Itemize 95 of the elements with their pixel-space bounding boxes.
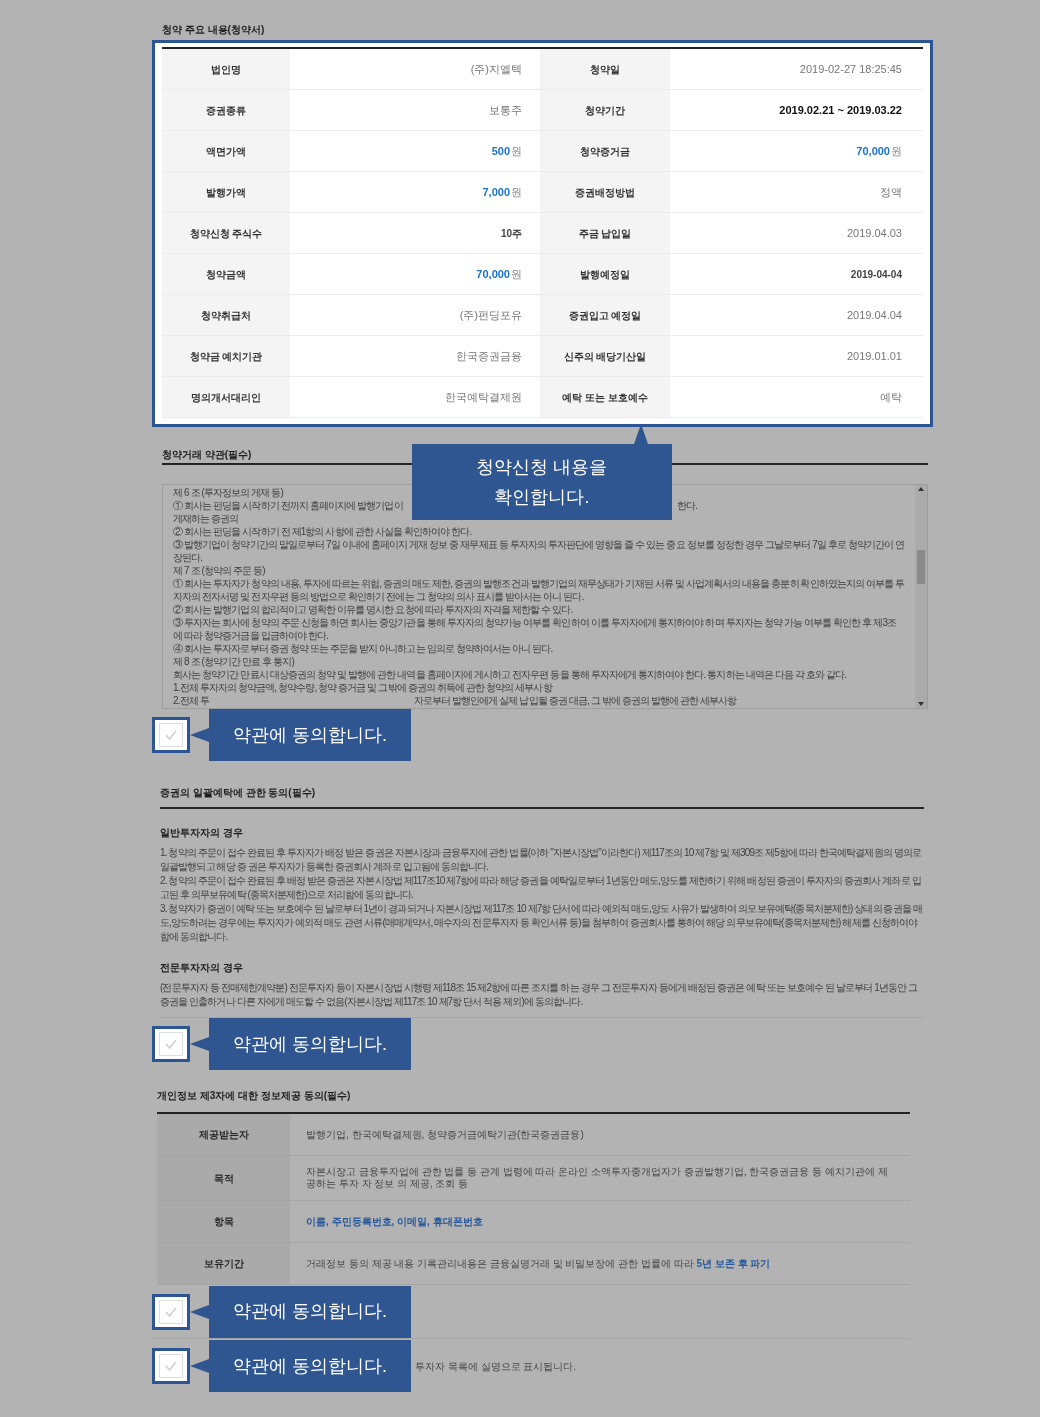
table-cell-text: 2019.02.21 ~ 2019.03.22 <box>778 102 903 118</box>
table-cell-text: 2019-02-27 18:25:45 <box>798 61 903 77</box>
table-cell-text: 보통주 <box>488 102 523 118</box>
callout-pointer <box>190 1037 209 1051</box>
amount-text: 70,000 <box>476 266 510 282</box>
callout-pointer <box>190 728 209 742</box>
check-icon <box>164 1305 178 1318</box>
check-icon <box>164 1360 178 1372</box>
amount-text: 500 <box>491 143 510 159</box>
table-header-cell: 청약일 <box>540 49 670 89</box>
terms-text: 1.전체 투자자의 청약금액, 청약수량, 청약 증거금 및 그밖에 증권의 취득에 관한 청약의 세부사항 <box>173 681 552 694</box>
table-header-cell: 청약기간 <box>540 90 670 130</box>
terms-text: 한다. <box>677 499 698 512</box>
table-header-cell: 항목 <box>157 1201 290 1242</box>
checkbox[interactable] <box>152 717 190 753</box>
table-cell-text: 이름, 주민등록번호, 이메일, 휴대폰번호 <box>305 1214 484 1229</box>
unit-text: 원 <box>511 143 522 159</box>
paragraph: 3. 청약자가 증권이 예탁 또는 보호예수 된 날로부터 1년이 경과되거나 자본시장법 제117조 10 제7항 단서에 따라 예외적 매도,양도 사유가 발생하여 의모보유예탁(종목처분제한) 상태의 증권을 매도,양도하려는 경우에는 투자자가 예외적 매도 관련 서류(매매계약서, 매수자의 전문투자자 등 확인서류 등)을 첨부하여 증권회사를 통하여 해당 의무보유예탁(종목처분제한) 해제를 신청하여야 함에 동의합니다. <box>160 902 923 944</box>
check-icon <box>164 729 178 741</box>
table-header-cell: 청약증거금 <box>540 131 670 171</box>
callout: 청약신청 내용을 확인합니다. <box>412 444 672 520</box>
table-header-cell: 청약신청 주식수 <box>162 213 290 253</box>
terms-text: ④ 회사는 투자자로부터 증권 청약 또는 주문을 받지 아니하고는 임의로 청약하여서는 아니 된다. <box>173 642 553 655</box>
check-icon <box>164 1038 178 1050</box>
table-cell-text: 정액 <box>879 184 903 200</box>
cell-text: 투자자 목록에 실명으로 표시됩니다. <box>415 1359 577 1374</box>
terms-text: 제 6 조 (투자정보의 게재 등) <box>173 486 283 499</box>
subsection-title: 일반투자자의 경우 <box>160 826 244 840</box>
terms-text: ③ 발행기업이 청약기간의 말일로부터 7일 이내에 홈페이지 게재 정보 중 재무제표 등 투자자의 투자판단에 영향을 줄 수 있는 중요 정보를 정정한 경우 그날로부터 7일 후로 청약기간이 연장된다. <box>173 538 905 564</box>
table-cell-text: (주)지엘텍 <box>469 61 523 77</box>
terms-text: ② 회사는 펀딩을 시작하기 전 제1항의 사항에 관한 사실을 확인하여야 한다. <box>173 525 472 538</box>
terms-text: ② 회사는 발행기업의 합리적이고 명확한 이유를 명시한 요청에 따라 투자자의 자격을 제한할 수 있다. <box>173 603 573 616</box>
table-cell-text: (주)펀딩포유 <box>458 307 523 323</box>
table-header-cell: 증권종류 <box>162 90 290 130</box>
section-title: 청약거래 약관(필수) <box>162 449 252 460</box>
terms-text: ① 회사는 펀딩을 시작하기 전까지 홈페이지에 발행기업이 게재하는 증권의 <box>173 499 404 525</box>
section-title: 증권의 일괄예탁에 관한 동의(필수) <box>160 786 316 800</box>
callout: 약관에 동의합니다. <box>209 1018 411 1070</box>
unit-text: 원 <box>891 143 902 159</box>
table-cell-text: 한국예탁결제원 <box>444 389 523 405</box>
terms-text: 2.전체 투 <box>173 694 209 707</box>
table-header-cell: 증권입고 예정일 <box>540 295 670 335</box>
terms-text: ① 회사는 투자자가 청약의 내용, 투자에 따르는 위험, 증권의 매도 제한, 증권의 발행조건과 발행기업의 재무상태가 기재된 서류 및 사업계획서의 내용을 충분히 확인하였는지의 여부를 투자자의 전자서명 및 전자우편 등의 방법으로 확인하기 전에는 그 청약의 의사 표시를 받아서는 아니 된다. <box>173 577 905 603</box>
unit-text: 원 <box>511 184 522 200</box>
paragraph: (전문투자자 등 전매제한계약분) 전문투자자 등이 자본시장법 시행령 제118조 15 제2항에 따른 조치를 하는 경우 그 전문투자자 등에게 배정된 증권은 예탁 또는 보호예수 된 날로부터 1년동안 그 증권을 인출하거나 다른 자에게 매도할 수 없음(자본시장법 제117조 10 제7항 단서 적용 제외)에 동의합니다. <box>160 981 919 1009</box>
table-cell-text: 예탁 <box>879 389 903 405</box>
table-header-cell: 발행예정일 <box>540 254 670 294</box>
section-title: 개인정보 제3자에 대한 정보제공 동의(필수) <box>156 1089 352 1103</box>
section-title: 청약 주요 내용(청약서) <box>161 23 266 37</box>
table-header-cell: 청약금 예치기관 <box>162 336 290 376</box>
table-cell-text: 2019.01.01 <box>845 348 903 364</box>
table-header-cell: 청약금액 <box>162 254 290 294</box>
table-header-cell: 주금 납입일 <box>540 213 670 253</box>
terms-text: 자로부터 발행인에게 실제 납입될 증권 대금, 그 밖에 증권의 발행에 관한 세부사항 <box>413 694 737 707</box>
table-cell-text: 10주 <box>499 226 523 241</box>
table-header-cell: 신주의 배당기산일 <box>540 336 670 376</box>
callout-pointer <box>190 1359 209 1373</box>
scrollbar[interactable] <box>915 485 927 708</box>
cell-text: 거래정보 등의 제공 내용 기록관리내용은 금융실명거래 및 비밀보장에 관한 법률에 따라 5년 보존 후 파기 <box>306 1257 771 1270</box>
callout: 약관에 동의합니다. <box>209 709 411 761</box>
checkbox[interactable] <box>152 1348 190 1384</box>
paragraph: 1. 청약의 주문이 접수 완료된 후 투자자가 배정 받은 증권은 자본시장과 금융투자에 관한 법률(이하 "자본시장법"이라한다) 제117조의 10 제7항 및 제309조 제5항에 따라 한국예탁결제원의 명의로 일괄발행되고 해당 증 권은 투자자가 등록한 증권회사 계좌로 입고됨에 동의합니다. <box>160 846 922 874</box>
checkbox[interactable] <box>152 1026 190 1062</box>
amount-text: 7,000 <box>482 184 510 200</box>
unit-text: 원 <box>511 266 522 282</box>
table-header-cell: 목적 <box>157 1156 290 1200</box>
subsection-title: 전문투자자의 경우 <box>160 961 244 975</box>
callout-pointer <box>190 1304 209 1319</box>
table-header-cell: 제공받는자 <box>157 1114 290 1155</box>
terms-text: ③ 투자자는 회사에 청약의 주문 신청을 하면 회사는 중앙기관을 통해 투자자의 청약가능 여부를 확인하여 이를 투자자에게 통지하여야 하며 투자자는 청약 가능 여부를 확인한 후 제3조에 따라 청약증거금을 입금하여야 한다. <box>173 616 898 642</box>
table-cell-text: 2019-04-04 <box>849 267 903 282</box>
terms-text: 제 7 조 (청약의 주문 등) <box>173 564 265 577</box>
scroll-thumb[interactable] <box>917 549 925 584</box>
table-cell-text: 2019.04.04 <box>845 307 903 323</box>
scroll-down-icon <box>918 702 924 706</box>
table-header-cell: 액면가액 <box>162 131 290 171</box>
callout: 약관에 동의합니다. <box>209 1340 411 1392</box>
table-header-cell: 발행가액 <box>162 172 290 212</box>
terms-text: 제 8 조 (청약기간 만료 후 통지) <box>173 655 294 668</box>
table-cell-text: 한국증권금융 <box>455 348 523 364</box>
checkbox[interactable] <box>152 1293 190 1330</box>
paragraph: 2. 청약의 주문이 접수 완료된 후 배정 받은 증권은 자본시장법 제117조10 제7항에 따라 해당 증권을 예탁일로부터 1년동안 매도,양도를 제한하기 위해 배정된 증권이 투자자의 증권회사 계좌로 입고된 후 의무보유예탁 (종목처분제한)으로 처리함에 동의합니다. <box>160 874 922 902</box>
callout: 약관에 동의합니다. <box>209 1285 411 1338</box>
table-header-cell: 명의개서대리인 <box>162 377 290 417</box>
table-header-cell: 청약취급처 <box>162 295 290 335</box>
table-header-cell: 증권배정방법 <box>540 172 670 212</box>
table-header-cell: 법인명 <box>162 49 290 89</box>
scroll-up-icon <box>918 487 924 491</box>
table-cell-text: 2019.04.03 <box>845 225 903 241</box>
table-cell-text: 발행기업, 한국예탁결제원, 청약증거금예탁기관(한국증권금융) <box>305 1127 585 1142</box>
amount-text: 70,000 <box>856 143 890 159</box>
table-cell-text: 자본시장고 금융투자업에 관한 법률 등 관계 법령에 따라 온라인 소액투자중개업자가 증권발행기업, 한국증권금융 등 예치기관에 제공하는 투자 자 정보 의 제공, 조회 등 <box>305 1165 889 1191</box>
table-header-cell: 보유기간 <box>157 1243 290 1284</box>
table-header-cell: 예탁 또는 보호예수 <box>540 377 670 417</box>
terms-text: 회사는 청약기간 만료시 대상증권의 청약 및 발행에 관한 내역을 홈페이지에 게시하고 전자우편 등을 통해 투자자에게 통지하여야 한다. 통지하는 내역은 다음 각 호와 같다. <box>173 668 846 681</box>
